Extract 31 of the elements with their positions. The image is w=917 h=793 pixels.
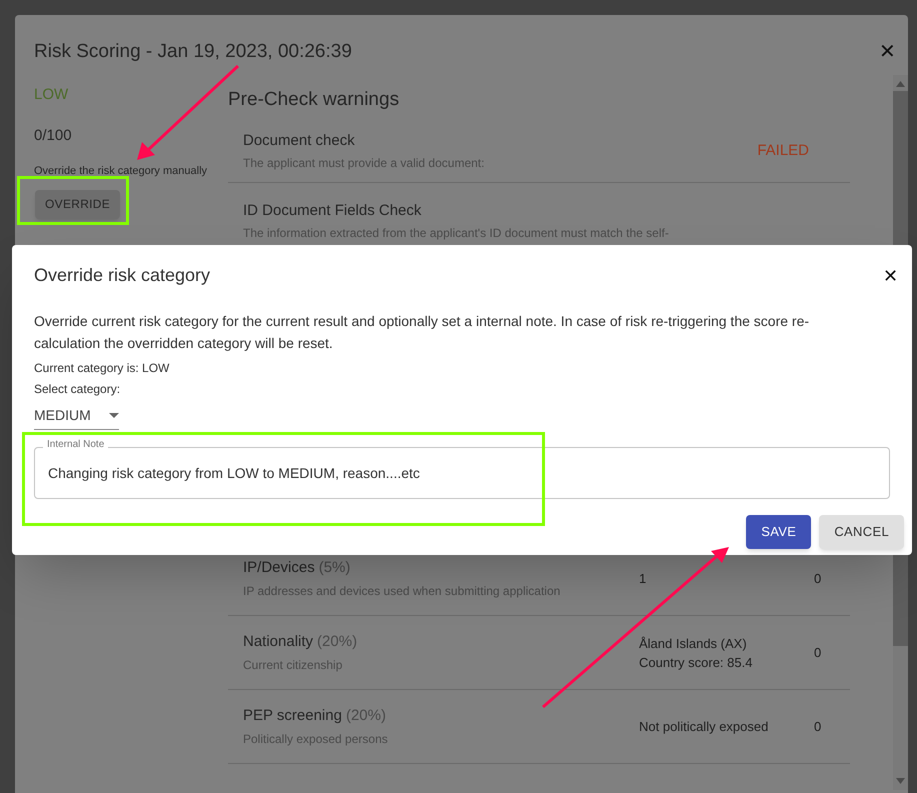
scroll-down-icon (896, 778, 905, 784)
factor-score: 0 (814, 718, 822, 736)
close-button[interactable]: ✕ (883, 266, 898, 284)
factor-value: Åland Islands (AX) (639, 634, 748, 652)
factor-score: 0 (814, 644, 822, 662)
factor-value: Country score: 85.4 (639, 654, 754, 672)
warning-title: Document check (243, 130, 356, 151)
save-button[interactable]: SAVE (746, 515, 812, 549)
status-text: FAILED (757, 140, 809, 161)
dialog-title: Risk Scoring - Jan 19, 2023, 00:26:39 (34, 40, 352, 64)
cancel-button[interactable]: CANCEL (819, 515, 904, 549)
risk-category: LOW (34, 85, 70, 105)
factor-name: IP/Devices (243, 558, 315, 578)
warning-title: ID Document Fields Check (243, 200, 422, 220)
factor-score: 0 (814, 570, 822, 588)
field-label: Internal Note (43, 440, 108, 450)
caret-icon (109, 413, 119, 418)
risk-score: 0/100 (34, 126, 73, 146)
dialog-title: Override risk category (34, 264, 210, 287)
override-label: Override the risk category manually (34, 164, 208, 179)
factor-name: Nationality (243, 632, 314, 652)
category-select[interactable]: MEDIUM (34, 402, 119, 430)
scroll-up-icon (896, 81, 905, 87)
factor-value: Not politically exposed (639, 718, 770, 736)
select-label: Select category: (34, 381, 122, 398)
factor-name: PEP screening (243, 706, 342, 726)
section-heading: Pre-Check warnings (228, 88, 400, 112)
factor-value: 1 (639, 570, 648, 588)
dialog-description: Override current risk category for the current result and optionally set a internal note. In case of risk re-triggering the score re-calculation the overridden category will be reset. (34, 312, 810, 353)
close-button[interactable]: ✕ (879, 42, 896, 62)
current-category-text: Current category is: LOW (34, 360, 170, 377)
